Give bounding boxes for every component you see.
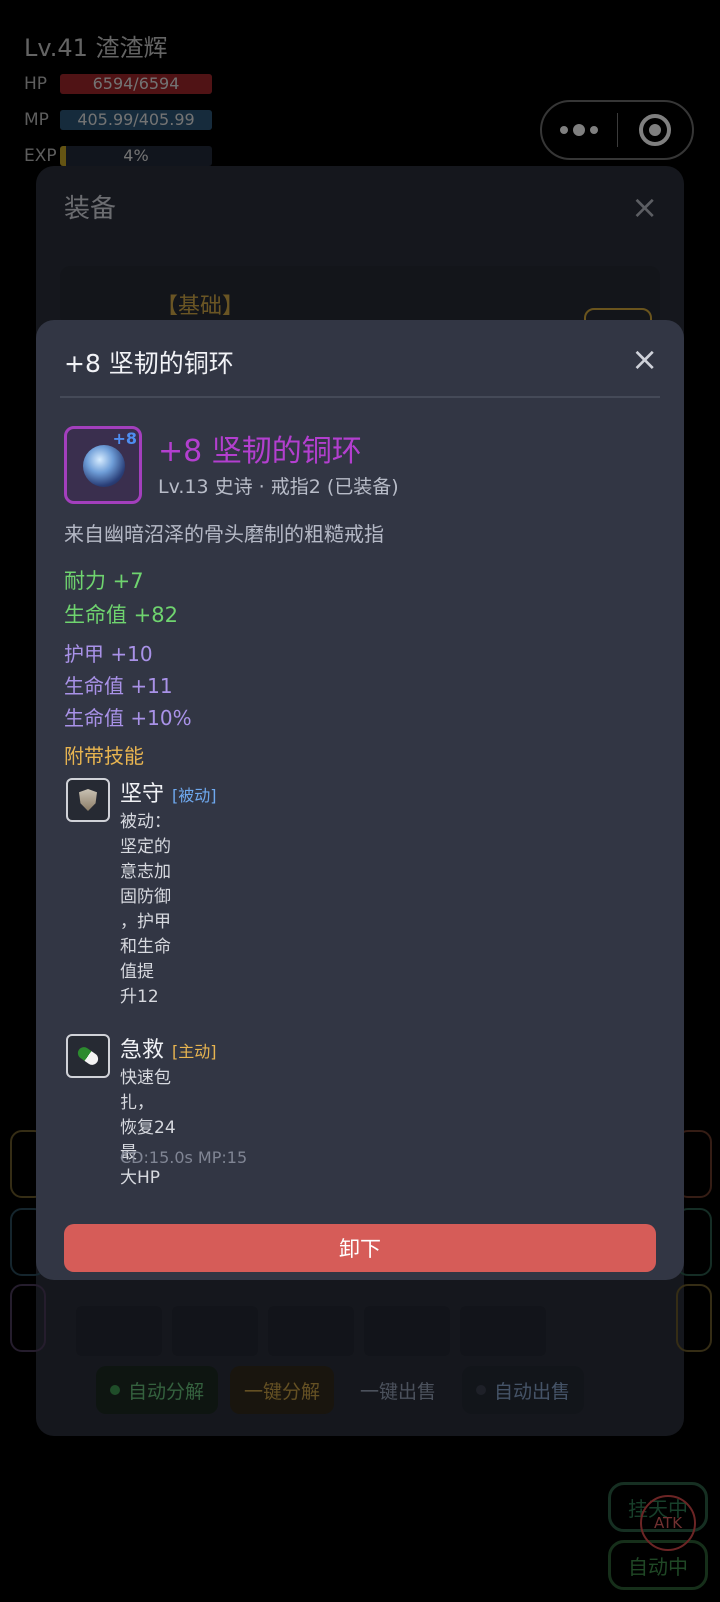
pill-icon — [66, 1034, 110, 1078]
skill-desc-line: 被动： — [120, 812, 171, 832]
skill-type: [主动] — [172, 1042, 217, 1061]
skill-name-row: 坚守 [被动] — [120, 776, 217, 808]
enhance-level: +8 — [112, 429, 137, 448]
stat-line: 耐力 +7 — [64, 569, 144, 593]
skill-type: [被动] — [172, 786, 217, 805]
skill-desc-line: 和生命 — [120, 937, 171, 957]
item-detail-dialog: +8 坚韧的铜环 × +8 +8 坚韧的铜环 Lv.13 史诗 · 戒指2 (已… — [36, 320, 684, 1280]
skill-desc-line: 升12 — [120, 987, 159, 1007]
stat-line: 生命值 +11 — [64, 674, 173, 698]
skill-desc-line: 值提 — [120, 962, 154, 982]
item-gem-image — [83, 445, 125, 487]
dialog-title: +8 坚韧的铜环 — [64, 349, 234, 378]
skill-cooldown: CD:15.0s MP:15 — [120, 1148, 248, 1167]
skill-name-row: 急救 [主动] — [120, 1032, 217, 1064]
close-icon[interactable]: × — [631, 340, 658, 378]
skill-desc-line: ，护甲 — [120, 912, 171, 932]
shield-icon — [66, 778, 110, 822]
item-name: +8 坚韧的铜环 — [158, 434, 362, 469]
divider — [60, 396, 660, 398]
skill-desc-line: 大HP — [120, 1168, 161, 1188]
ring-icon: +8 — [64, 426, 142, 504]
skill-description: 被动： 坚定的 意志加 固防御 ，护甲 和生命 值提 升12 — [120, 810, 192, 1010]
skill-name: 坚守 — [120, 782, 165, 807]
skill-desc-line: 意志加 — [120, 862, 171, 882]
skills-heading: 附带技能 — [64, 744, 144, 768]
skill-desc-line: 固防御 — [120, 887, 171, 907]
stat-line: 生命值 +10% — [64, 706, 192, 730]
item-meta: Lv.13 史诗 · 戒指2 (已装备) — [158, 476, 399, 498]
base-stats: 耐力 +7 生命值 +82 — [64, 564, 178, 632]
stat-line: 生命值 +82 — [64, 603, 178, 627]
skill-desc-line: 坚定的 — [120, 837, 171, 857]
skill-desc-line: 快速包扎， — [120, 1068, 171, 1113]
extra-stats: 护甲 +10 生命值 +11 生命值 +10% — [64, 638, 192, 734]
skill-name: 急救 — [120, 1038, 165, 1063]
stat-line: 护甲 +10 — [64, 642, 153, 666]
unequip-button[interactable]: 卸下 — [64, 1224, 656, 1272]
item-description: 来自幽暗沼泽的骨头磨制的粗糙戒指 — [64, 522, 384, 546]
skill-description: 快速包扎， 恢复24最 大HP — [120, 1066, 192, 1191]
